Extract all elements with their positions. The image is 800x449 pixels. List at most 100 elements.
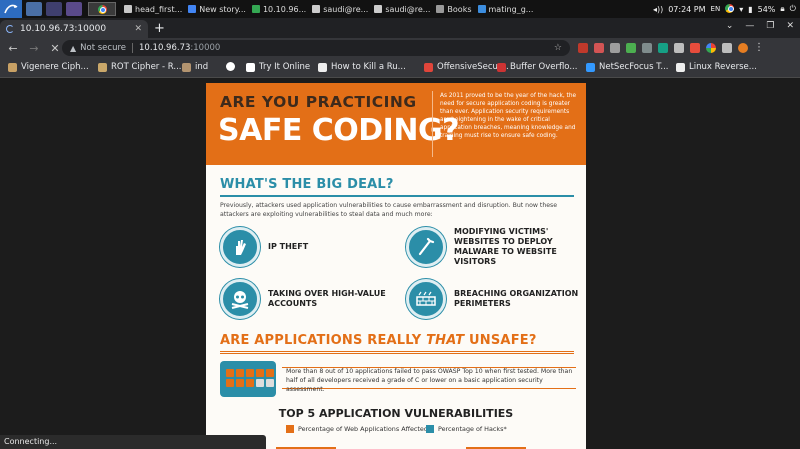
bookmark-label: NetSecFocus T... (599, 62, 669, 72)
task-label: saudi@re... (385, 4, 431, 14)
keyboard-layout[interactable]: EN (711, 5, 721, 13)
address-bar[interactable]: ▲ Not secure 10.10.96.73 :10000 ☆ (62, 40, 570, 56)
forward-arrow-icon[interactable]: → (26, 42, 42, 55)
extension-9-icon[interactable] (706, 42, 716, 53)
threat-ip-theft: IP THEFT (220, 227, 358, 267)
extension-5-icon[interactable] (642, 42, 652, 53)
grid-cell (256, 369, 264, 377)
bookmark-favicon-icon (497, 62, 506, 72)
close-window-icon[interactable]: ✕ (786, 21, 794, 31)
loading-spinner-icon (6, 25, 14, 33)
bookmark-item[interactable]: ind (182, 62, 208, 72)
bookmark-label: ind (195, 62, 209, 72)
task-list: head_first... New story... 10.10.96... saud… (124, 5, 533, 14)
power-icon[interactable]: ⏻ (790, 4, 796, 14)
screen: head_first... New story... 10.10.96... saud… (0, 0, 800, 449)
taskbar-item[interactable]: 10.10.96... (251, 4, 307, 14)
grid-cell (226, 379, 234, 387)
taskbar-item[interactable]: Books (436, 4, 472, 14)
bookmark-favicon-icon (676, 62, 685, 72)
task-app-icon (251, 5, 260, 13)
app-menu-icon[interactable] (0, 0, 22, 18)
task-label: Books (447, 4, 472, 14)
extension-2-icon[interactable] (594, 42, 604, 53)
profile-avatar[interactable] (738, 42, 748, 53)
workspace-2-icon[interactable] (46, 2, 62, 16)
bookmark-favicon-icon (424, 62, 433, 72)
task-label: saudi@re... (323, 4, 369, 14)
bookmark-item[interactable]: Linux Reverse... (676, 62, 757, 72)
task-app-icon (477, 5, 486, 13)
task-label: head_first... (135, 4, 183, 14)
clock[interactable]: 07:24 PM (668, 5, 705, 14)
workspace-1-icon[interactable] (26, 2, 42, 16)
new-tab-button[interactable]: + (154, 21, 165, 36)
tab-title: 10.10.96.73:10000 (20, 24, 107, 34)
extension-4-icon[interactable] (626, 42, 636, 53)
extensions-puzzle-icon[interactable] (722, 42, 732, 53)
hero-intro-text: As 2011 proved to be the year of the hac… (440, 93, 577, 139)
grid-cell (236, 379, 244, 387)
extension-1-icon[interactable] (578, 42, 588, 53)
bookmark-favicon-icon (586, 62, 595, 72)
task-app-icon (124, 5, 132, 13)
taskbar-item[interactable]: head_first... (124, 5, 182, 14)
bookmark-item[interactable]: Buffer Overflo... (497, 62, 577, 72)
chevron-down-icon[interactable]: ⌄ (726, 21, 734, 31)
bookmark-favicon-icon (98, 62, 107, 72)
grid-cell (246, 369, 254, 377)
bookmark-star-icon[interactable]: ☆ (554, 43, 562, 53)
workspace-3-icon[interactable] (66, 2, 82, 16)
bookmark-item[interactable]: NetSecFocus T... (586, 62, 669, 72)
bookmark-item[interactable]: ROT Cipher - R... (98, 62, 181, 72)
chrome-tray-icon[interactable] (725, 3, 735, 15)
threat-label: TAKING OVER HIGH-VALUE ACCOUNTS (268, 289, 386, 308)
threat-modify-websites: MODIFYING VICTIMS' WEBSITES TO DEPLOY MA… (406, 227, 574, 267)
task-label: New story... (199, 4, 246, 14)
stop-loading-icon[interactable]: ✕ (47, 42, 63, 55)
extension-8-icon[interactable] (690, 42, 700, 53)
extension-7-icon[interactable] (674, 42, 684, 53)
lock-icon[interactable]: 🔒︎ (780, 4, 784, 14)
bookmark-item[interactable]: Vigenere Ciph... (8, 62, 89, 72)
wifi-icon[interactable]: ▾ (739, 5, 743, 14)
restore-icon[interactable]: ❐ (766, 21, 774, 31)
extensions: ⋮ (578, 42, 764, 53)
stat-text: More than 8 out of 10 applications faile… (286, 368, 573, 393)
extension-3-icon[interactable] (610, 42, 620, 53)
menu-kebab-icon[interactable]: ⋮ (754, 42, 764, 53)
tab-current[interactable]: 10.10.96.73:10000 ✕ (0, 20, 148, 38)
chrome-launcher-icon[interactable] (88, 2, 116, 16)
bookmark-label: ROT Cipher - R... (111, 62, 182, 72)
tab-strip: 10.10.96.73:10000 ✕ + ⌄ — ❐ ✕ (0, 18, 800, 38)
bookmark-label: How to Kill a Ru... (331, 62, 406, 72)
bookmark-item[interactable]: Try It Online (246, 62, 310, 72)
bookmark-item[interactable] (226, 62, 239, 71)
hand-icon (220, 227, 260, 267)
security-label[interactable]: Not secure (80, 43, 126, 53)
extension-6-icon[interactable] (658, 42, 668, 53)
battery-icon: ▮ (748, 4, 753, 14)
warning-triangle-icon[interactable]: ▲ (70, 44, 76, 53)
skull-crossbones-icon (220, 279, 260, 319)
close-tab-icon[interactable]: ✕ (134, 24, 142, 34)
grid-cell (256, 379, 264, 387)
task-label: 10.10.96... (262, 4, 307, 14)
back-arrow-icon[interactable]: ← (5, 42, 21, 55)
taskbar-item[interactable]: mating_g... (477, 5, 533, 14)
chart-title: TOP 5 APPLICATION VULNERABILITIES (278, 407, 514, 420)
page-scrollbar[interactable] (794, 79, 800, 449)
taskbar-item[interactable]: New story... (188, 5, 246, 14)
legend-web-apps: Percentage of Web Applications Affected (286, 425, 428, 433)
bookmark-favicon-icon (226, 62, 235, 71)
bookmark-favicon-icon (318, 62, 327, 72)
bookmark-item[interactable]: OffensiveSecur... (424, 62, 509, 72)
task-app-icon (188, 5, 197, 13)
taskbar-item[interactable]: saudi@re... (312, 5, 368, 14)
volume-icon[interactable]: ◂)) (653, 5, 663, 14)
bookmark-item[interactable]: How to Kill a Ru... (318, 62, 406, 72)
taskbar-item[interactable]: saudi@re... (374, 5, 430, 14)
url-host: 10.10.96.73 (139, 43, 191, 53)
grid-cell (266, 369, 274, 377)
minimize-icon[interactable]: — (745, 21, 754, 31)
